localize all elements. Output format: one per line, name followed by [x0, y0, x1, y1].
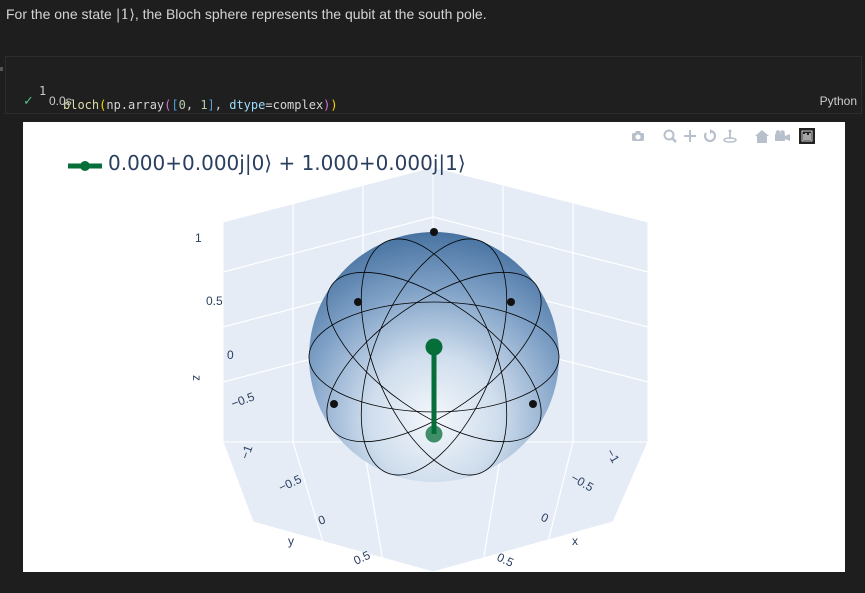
code-cell[interactable]: 1 bloch(np.array([0, 1], dtype=complex))… [5, 56, 862, 114]
cell-status-row: ✓ 0.0s Python [6, 93, 861, 111]
orbit-icon[interactable] [701, 127, 719, 145]
home-icon[interactable] [753, 127, 771, 145]
plot-output[interactable]: 1 0.5 0 −0.5 −1 z −0.5 0 0.5 y −1 −0.5 0… [23, 122, 845, 572]
plot-modebar [629, 127, 815, 145]
reference-point [430, 228, 438, 236]
state-vector-tip[interactable] [425, 425, 443, 443]
markdown-cell-text: For the one state |1⟩, the Bloch sphere … [6, 6, 487, 23]
check-icon: ✓ [23, 93, 34, 108]
legend-label: 0.000+0.000j|0⟩ + 1.000+0.000j|1⟩ [108, 151, 466, 175]
pan-icon[interactable] [681, 127, 699, 145]
plotly-logo-icon[interactable] [799, 128, 815, 144]
zoom-icon[interactable] [661, 127, 679, 145]
reference-point [507, 298, 515, 306]
reference-point [330, 400, 338, 408]
plot-3d-scene[interactable]: 1 0.5 0 −0.5 −1 z −0.5 0 0.5 y −1 −0.5 0… [23, 122, 845, 572]
reference-point [354, 298, 362, 306]
camera-icon[interactable] [629, 127, 647, 145]
turntable-icon[interactable] [721, 127, 739, 145]
z-tick-label: 0 [227, 348, 234, 362]
notebook-page: For the one state |1⟩, the Bloch sphere … [0, 0, 865, 593]
plot-legend[interactable]: 0.000+0.000j|0⟩ + 1.000+0.000j|1⟩ [68, 150, 466, 176]
cell-focus-marker [0, 67, 3, 71]
z-axis-title: z [190, 375, 204, 381]
intro-text-before: For the one state [6, 6, 116, 22]
state-vector-origin[interactable] [425, 338, 443, 356]
reference-point [529, 400, 537, 408]
video-camera-icon[interactable] [773, 127, 791, 145]
intro-ket: |1⟩ [115, 7, 135, 23]
execution-time: 0.0s [49, 94, 72, 108]
intro-text-after: , the Bloch sphere represents the qubit … [134, 6, 487, 22]
legend-swatch [68, 157, 102, 171]
code-line[interactable]: 1 bloch(np.array([0, 1], dtype=complex)) [6, 70, 861, 112]
y-axis-title: y [288, 534, 294, 548]
x-axis-title: x [572, 534, 578, 548]
z-tick-label: 1 [195, 231, 202, 245]
language-selector[interactable]: Python [820, 94, 857, 108]
z-tick-label: 0.5 [206, 294, 223, 308]
